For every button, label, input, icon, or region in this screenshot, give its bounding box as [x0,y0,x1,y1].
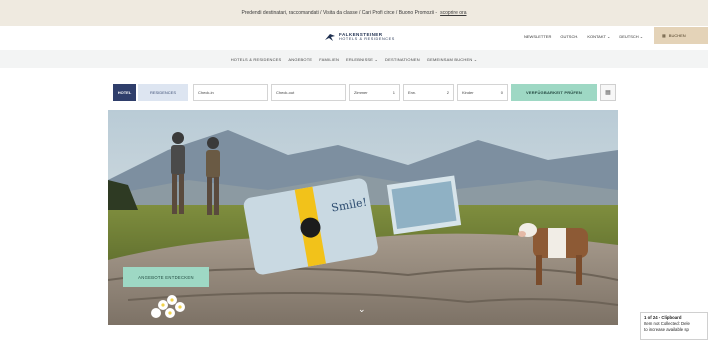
main-nav: HOTELS & RESIDENCES ANGEBOTE FAMILIEN ER… [0,50,708,68]
hero-cta-button[interactable]: ANGEBOTE ENTDECKEN [123,267,209,287]
checkin-placeholder: Check-in [198,90,214,95]
calendar-icon: ▦ [662,33,666,38]
book-button-label: BUCHEN [668,33,686,38]
book-button[interactable]: ▦ BUCHEN [654,27,708,44]
adults-value: 2 [446,90,449,95]
checkout-placeholder: Check-out [276,90,295,95]
checkout-field[interactable]: Check-out [271,84,346,101]
nav-item-destinations[interactable]: DESTINATIONEN [385,57,420,62]
falcon-logo-icon [325,34,335,41]
nav-item-offers[interactable]: ANGEBOTE [288,57,312,62]
web-page: Predendi destinatari, raccomandati / Vis… [0,0,708,340]
nav-item-families[interactable]: FAMILIEN [319,57,339,62]
site-header: FALKENSTEINER HOTELS & RESIDENCES NEWSLE… [0,26,708,50]
adults-select[interactable]: Erw. 2 [403,84,454,101]
booking-bar: HOTEL RESIDENCES Check-in Check-out Zimm… [108,84,618,101]
tab-residences[interactable]: RESIDENCES [138,84,188,101]
top-link-contact[interactable]: KONTAKT ⌄ [587,34,610,39]
announcement-text: Predendi destinatari, raccomandati / Vis… [241,10,438,16]
top-link-language[interactable]: DEUTSCH ⌄ [619,34,643,39]
children-select[interactable]: Kinder 0 [457,84,508,101]
children-label: Kinder [462,90,474,95]
checkin-field[interactable]: Check-in [193,84,268,101]
chevron-down-icon[interactable]: ⌄ [358,304,366,315]
brand-tagline: HOTELS & RESIDENCES [339,37,395,41]
rooms-label: Zimmer [354,90,368,95]
announcement-bar: Predendi destinatari, raccomandati / Vis… [0,0,708,26]
tab-hotel[interactable]: HOTEL [113,84,136,101]
brand-logo[interactable]: FALKENSTEINER HOTELS & RESIDENCES [324,31,395,43]
top-link-newsletter[interactable]: NEWSLETTER [524,34,551,39]
adults-label: Erw. [408,90,416,95]
nav-item-group-booking[interactable]: GEMEINSAM BUCHEN ⌄ [427,57,478,62]
clipboard-line-2: to increase available sp [644,327,689,332]
nav-item-experiences[interactable]: ERLEBNISSE ⌄ [346,57,378,62]
rooms-select[interactable]: Zimmer 1 [349,84,400,101]
clipboard-notification[interactable]: 1 of 24 - Clipboard Item not Collected: … [640,312,708,340]
calendar-icon: ▦ [605,90,611,96]
hero-banner: Smile! ANGEBOTE ENTDECKEN ⌄ [108,110,618,325]
rooms-value: 1 [392,90,395,95]
hero-image: Smile! [108,110,618,325]
calendar-button[interactable]: ▦ [600,84,616,101]
search-availability-button[interactable]: VERFÜGBARKEIT PRÜFEN [511,84,597,101]
children-value: 0 [500,90,503,95]
top-link-voucher[interactable]: GUTSCH. [560,34,578,39]
nav-item-hotels[interactable]: HOTELS & RESIDENCES [231,57,282,62]
announcement-link[interactable]: scoprire ora [440,10,466,16]
top-links: NEWSLETTER GUTSCH. KONTAKT ⌄ DEUTSCH ⌄ [524,34,643,39]
